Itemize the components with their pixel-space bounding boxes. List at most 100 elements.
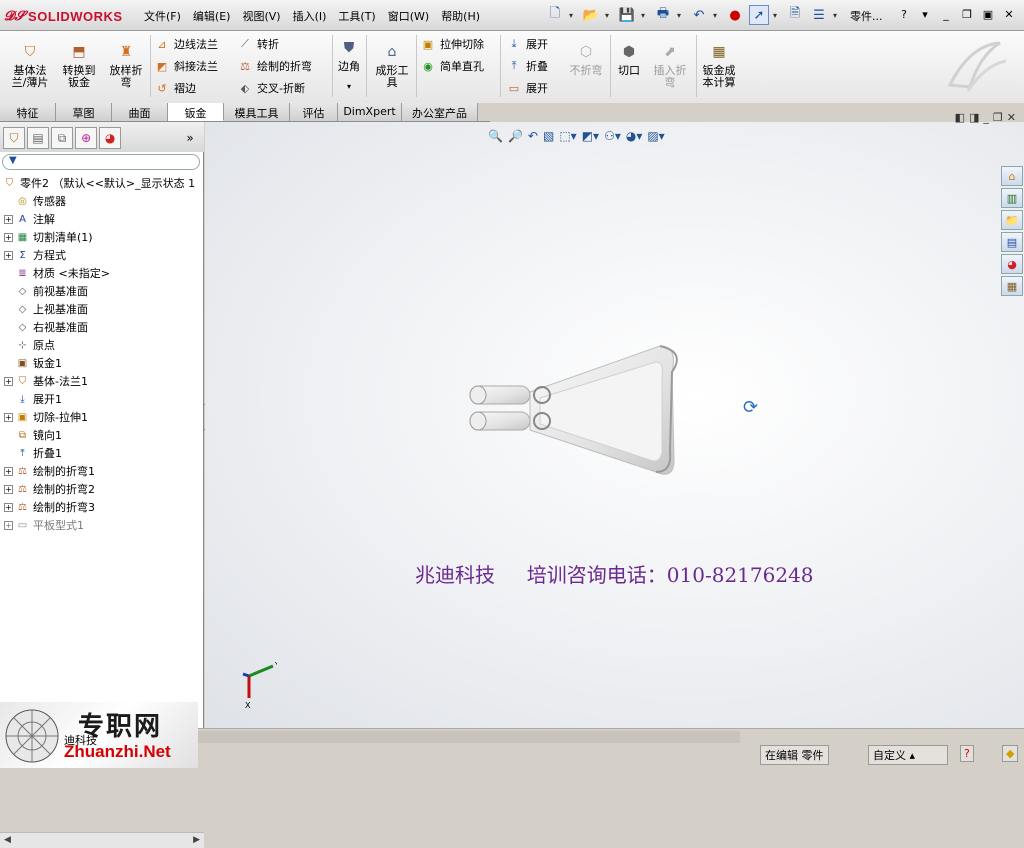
- tree-node[interactable]: + ⛉ 基体-法兰1: [0, 372, 204, 390]
- tooltip-icon[interactable]: ◆: [1002, 745, 1019, 762]
- rip-button[interactable]: ⬢ 切口: [614, 41, 644, 77]
- corners-dropdown-arrow[interactable]: ▾: [347, 81, 351, 93]
- tree-node[interactable]: ⊹ 原点: [0, 336, 204, 354]
- expand-icon[interactable]: +: [4, 412, 13, 422]
- open-dropdown-arrow[interactable]: ▾: [605, 11, 613, 20]
- select-dropdown-arrow[interactable]: ▾: [773, 11, 781, 20]
- tree-node[interactable]: + ▦ 切割清单(1): [0, 228, 204, 246]
- tree-horizontal-scrollbar[interactable]: ◀ ▶: [0, 832, 204, 848]
- sheet-metal-part[interactable]: [460, 332, 690, 492]
- expand-icon[interactable]: +: [4, 502, 13, 512]
- propertymanager-tab-icon[interactable]: ▤: [27, 127, 50, 149]
- viewport-restore-icon[interactable]: ❐: [993, 111, 1003, 124]
- tab-2[interactable]: 曲面: [112, 103, 168, 121]
- tree-node[interactable]: ◇ 前视基准面: [0, 282, 204, 300]
- display-manager-tab-icon[interactable]: ◕: [99, 127, 122, 149]
- tree-node[interactable]: ◎ 传感器: [0, 192, 204, 210]
- expand-icon[interactable]: +: [4, 250, 13, 260]
- save-icon[interactable]: 💾: [617, 5, 637, 25]
- design-library-icon[interactable]: ▥: [1001, 188, 1023, 208]
- tab-4[interactable]: 模具工具: [224, 103, 290, 121]
- view-orientation-icon[interactable]: ⬚▾: [559, 129, 576, 143]
- featuremanager-tab-icon[interactable]: ⛉: [3, 127, 26, 149]
- scroll-right-icon[interactable]: ▶: [193, 835, 200, 845]
- menu-item[interactable]: 帮助(H): [435, 7, 486, 25]
- hem-button[interactable]: ↺ 褶边: [154, 80, 196, 96]
- expand-icon[interactable]: +: [4, 376, 13, 386]
- file-properties-icon[interactable]: 🗎: [785, 5, 805, 25]
- expand-icon[interactable]: +: [4, 232, 13, 242]
- print-dropdown-arrow[interactable]: ▾: [677, 11, 685, 20]
- viewport-minimize-icon[interactable]: _: [983, 111, 989, 124]
- undo-icon[interactable]: ↶: [689, 5, 709, 25]
- help-dropdown-arrow[interactable]: ▾: [916, 6, 934, 23]
- menu-item[interactable]: 工具(T): [332, 7, 381, 25]
- restore-icon[interactable]: ❐: [958, 6, 976, 23]
- menu-item[interactable]: 视图(V): [236, 7, 286, 25]
- rebuild-icon[interactable]: ●: [725, 5, 745, 25]
- tree-node[interactable]: + ⚖ 绘制的折弯2: [0, 480, 204, 498]
- tile-right-icon[interactable]: ◨: [969, 111, 979, 124]
- select-arrow-icon[interactable]: ➚: [749, 5, 769, 25]
- tab-5[interactable]: 评估: [290, 103, 338, 121]
- jog-button[interactable]: ⟋ 转折: [237, 36, 279, 52]
- save-dropdown-arrow[interactable]: ▾: [641, 11, 649, 20]
- menu-item[interactable]: 文件(F): [138, 7, 187, 25]
- expand-icon[interactable]: +: [4, 466, 13, 476]
- no-bends-button[interactable]: ⬡ 不折弯: [566, 41, 606, 77]
- scroll-left-icon[interactable]: ◀: [4, 835, 11, 845]
- forming-tool-button[interactable]: ⌂ 成形工 具: [370, 41, 414, 89]
- expand-icon[interactable]: +: [4, 520, 13, 530]
- zoom-to-fit-icon[interactable]: 🔍: [488, 129, 503, 143]
- tree-node[interactable]: ⤒ 折叠1: [0, 444, 204, 462]
- view-palette-icon[interactable]: ▤: [1001, 232, 1023, 252]
- options-dropdown-arrow[interactable]: ▾: [833, 11, 841, 20]
- edge-flange-button[interactable]: ⊿ 边线法兰: [154, 36, 218, 52]
- convert-to-sheetmetal-button[interactable]: ⬒ 转换到 钣金: [56, 41, 102, 89]
- maximize-icon[interactable]: ▣: [979, 6, 997, 23]
- expand-icon[interactable]: +: [4, 214, 13, 224]
- hide-show-items-icon[interactable]: ⚇▾: [604, 129, 621, 143]
- section-view-icon[interactable]: ▧: [543, 129, 554, 143]
- tab-7[interactable]: 办公室产品: [402, 103, 478, 121]
- tree-node[interactable]: ⛉ 零件2 （默认<<默认>_显示状态 1: [0, 174, 204, 192]
- tree-node[interactable]: + Σ 方程式: [0, 246, 204, 264]
- previous-view-icon[interactable]: ↶: [528, 129, 538, 143]
- solidworks-logo[interactable]: 𝓓𝓢 SOLIDWORKS: [4, 6, 123, 26]
- help-icon[interactable]: ?: [895, 6, 913, 23]
- menu-item[interactable]: 插入(I): [287, 7, 333, 25]
- menu-item[interactable]: 窗口(W): [382, 7, 435, 25]
- tab-6[interactable]: DimXpert: [338, 103, 402, 121]
- display-style-icon[interactable]: ◩▾: [582, 129, 599, 143]
- undo-dropdown-arrow[interactable]: ▾: [713, 11, 721, 20]
- graphics-area[interactable]: ◧ ◨ _ ❐ ✕ 🔍 🔎 ↶ ▧ ⬚▾ ◩▾ ⚇▾ ◕▾ ▨▾ ⌂ ▥ 📁 ▤…: [205, 111, 1024, 728]
- flatten-button[interactable]: ▭ 展开: [506, 80, 548, 96]
- viewport-close-icon[interactable]: ✕: [1007, 111, 1016, 124]
- corners-button[interactable]: ⛊ 边角 ▾: [334, 37, 364, 93]
- tree-node[interactable]: ▣ 钣金1: [0, 354, 204, 372]
- tree-node[interactable]: + ⚖ 绘制的折弯1: [0, 462, 204, 480]
- simple-hole-button[interactable]: ◉ 简单直孔: [420, 58, 484, 74]
- print-icon[interactable]: 🖶: [653, 5, 673, 25]
- minimize-icon[interactable]: _: [937, 6, 955, 23]
- close-icon[interactable]: ✕: [1000, 6, 1018, 23]
- menu-item[interactable]: 编辑(E): [187, 7, 237, 25]
- tree-node[interactable]: ◇ 上视基准面: [0, 300, 204, 318]
- edit-appearance-icon[interactable]: ◕▾: [626, 129, 643, 143]
- scene-icon[interactable]: ▨▾: [647, 129, 664, 143]
- fold-button[interactable]: ⤒ 折叠: [506, 58, 548, 74]
- tile-left-icon[interactable]: ◧: [955, 111, 965, 124]
- units-selector[interactable]: 自定义 ▴: [868, 745, 948, 765]
- tree-node[interactable]: + ⚖ 绘制的折弯3: [0, 498, 204, 516]
- lofted-bend-button[interactable]: ♜ 放样折 弯: [103, 41, 149, 89]
- sheetmetal-cost-button[interactable]: ▦ 钣金成 本计算: [699, 41, 739, 89]
- appearances-icon[interactable]: ◕: [1001, 254, 1023, 274]
- tree-node[interactable]: ⤓ 展开1: [0, 390, 204, 408]
- sketched-bend-button[interactable]: ⚖ 绘制的折弯: [237, 58, 312, 74]
- open-folder-icon[interactable]: 📂: [581, 5, 601, 25]
- configurationmanager-tab-icon[interactable]: ⧉: [51, 127, 74, 149]
- zoom-area-icon[interactable]: 🔎: [508, 129, 523, 143]
- tree-node[interactable]: ⧉ 镜向1: [0, 426, 204, 444]
- tree-node[interactable]: + ▣ 切除-拉伸1: [0, 408, 204, 426]
- cross-break-button[interactable]: ⬖ 交叉-折断: [237, 80, 305, 96]
